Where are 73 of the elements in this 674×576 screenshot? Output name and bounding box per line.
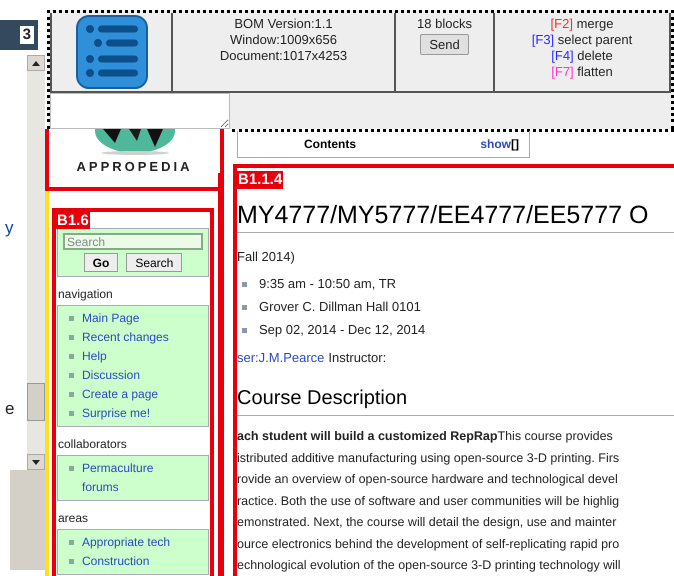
bullet-icon: [69, 316, 74, 321]
input-field[interactable]: [50, 93, 230, 129]
detail-text: Grover C. Dillman Hall 0101: [259, 298, 421, 316]
block-label: B1.6: [56, 212, 90, 229]
instructor-label: Instructor:: [328, 348, 386, 366]
bullet-icon: [242, 282, 247, 286]
search-button[interactable]: Search: [126, 253, 182, 272]
nav-link[interactable]: Help: [82, 347, 192, 366]
nav-link[interactable]: Discussion: [82, 366, 192, 385]
list-icon: [76, 15, 148, 89]
nav-link[interactable]: Surprise me!: [82, 404, 192, 423]
section-heading: collaborators: [57, 436, 128, 453]
go-button[interactable]: Go: [84, 253, 118, 272]
scrollbar[interactable]: [27, 55, 45, 470]
info-text: Document:1017x4253: [220, 48, 348, 64]
section-heading: navigation: [57, 286, 114, 303]
block-count: 18 blocks: [417, 16, 472, 32]
paragraph-line: rovide an overview of open-source hardware and technological devel: [237, 471, 619, 488]
logo-box[interactable]: APPROPEDIA: [45, 129, 224, 191]
shortcut-action: flatten: [577, 64, 613, 79]
detail-text: Sep 02, 2014 - Dec 12, 2014: [259, 321, 426, 340]
shortcut-key: [F4]: [551, 48, 574, 63]
paragraph-line: ractice. Both the use of software and user communities will be highlig: [237, 492, 620, 510]
scroll-thumb[interactable]: [27, 383, 45, 421]
nav-link[interactable]: Main Page: [82, 309, 192, 328]
up-arrow-icon: [32, 60, 40, 66]
bullet-icon: [69, 373, 74, 378]
send-button[interactable]: Send: [420, 34, 469, 55]
paragraph-line: echnological evolution of the open-source 3-D printing technology will: [237, 557, 622, 574]
toc-title: Contents: [304, 136, 356, 153]
shortcut-key: [F2]: [550, 16, 573, 31]
text-fragment: y: [4, 217, 14, 239]
shortcut-action: select parent: [558, 32, 632, 47]
bullet-icon: [69, 466, 74, 471]
tab-header[interactable]: 3: [0, 20, 38, 50]
section-heading: Course Description: [237, 385, 674, 416]
bullet-icon: [242, 304, 247, 310]
nav-link[interactable]: Recent changes: [82, 328, 192, 347]
scroll-down-button[interactable]: [27, 454, 45, 470]
user-link[interactable]: ser:J.M.Pearce: [237, 348, 324, 367]
info-text: BOM Version:1.1: [234, 16, 333, 32]
paragraph-line: ach student will build a customized RepRapThis course provides: [237, 428, 614, 445]
shortcut-key: [F7]: [551, 64, 574, 79]
bullet-icon: [69, 354, 74, 359]
bullet-icon: [69, 392, 74, 397]
detail-text: 9:35 am - 10:50 am, TR: [259, 275, 396, 294]
down-arrow-icon: [32, 460, 40, 464]
shortcut-action: merge: [576, 16, 614, 31]
toc-toggle-link[interactable]: show: [480, 137, 511, 151]
section-heading: areas: [57, 510, 90, 527]
info-text: Window:1009x656: [230, 32, 337, 48]
bullet-icon: [242, 328, 247, 332]
bullet-icon: [69, 540, 74, 545]
bullet-icon: [69, 335, 74, 340]
shortcut-action: delete: [577, 48, 613, 63]
subtitle-text: Fall 2014): [237, 248, 296, 266]
paragraph-line: ource electronics behind the development of self-replicating rapid pro: [237, 536, 620, 553]
nav-link[interactable]: Appropriate tech: [82, 533, 192, 552]
logo-text: APPROPEDIA: [76, 158, 192, 176]
page-title: MY4777/MY5777/EE4777/EE5777 O: [237, 200, 674, 233]
text-fragment: e: [4, 398, 16, 420]
toc-bracket: []: [511, 137, 519, 151]
bullet-icon: [69, 559, 74, 564]
nav-link[interactable]: Construction: [82, 552, 192, 571]
scroll-up-button[interactable]: [27, 55, 45, 71]
paragraph-line: emonstrated. Next, the course will detail the design, use and mainter: [237, 514, 618, 531]
bullet-icon: [69, 411, 74, 416]
block-label: B1.1.4: [237, 171, 284, 189]
nav-link[interactable]: Create a page: [82, 385, 192, 404]
search-field[interactable]: Search: [63, 233, 203, 250]
tab-number: 3: [20, 26, 34, 44]
paragraph-line: istributed additive manufacturing using open-source 3-D printing. Firs: [237, 450, 620, 467]
shortcut-key: [F3]: [532, 32, 554, 47]
